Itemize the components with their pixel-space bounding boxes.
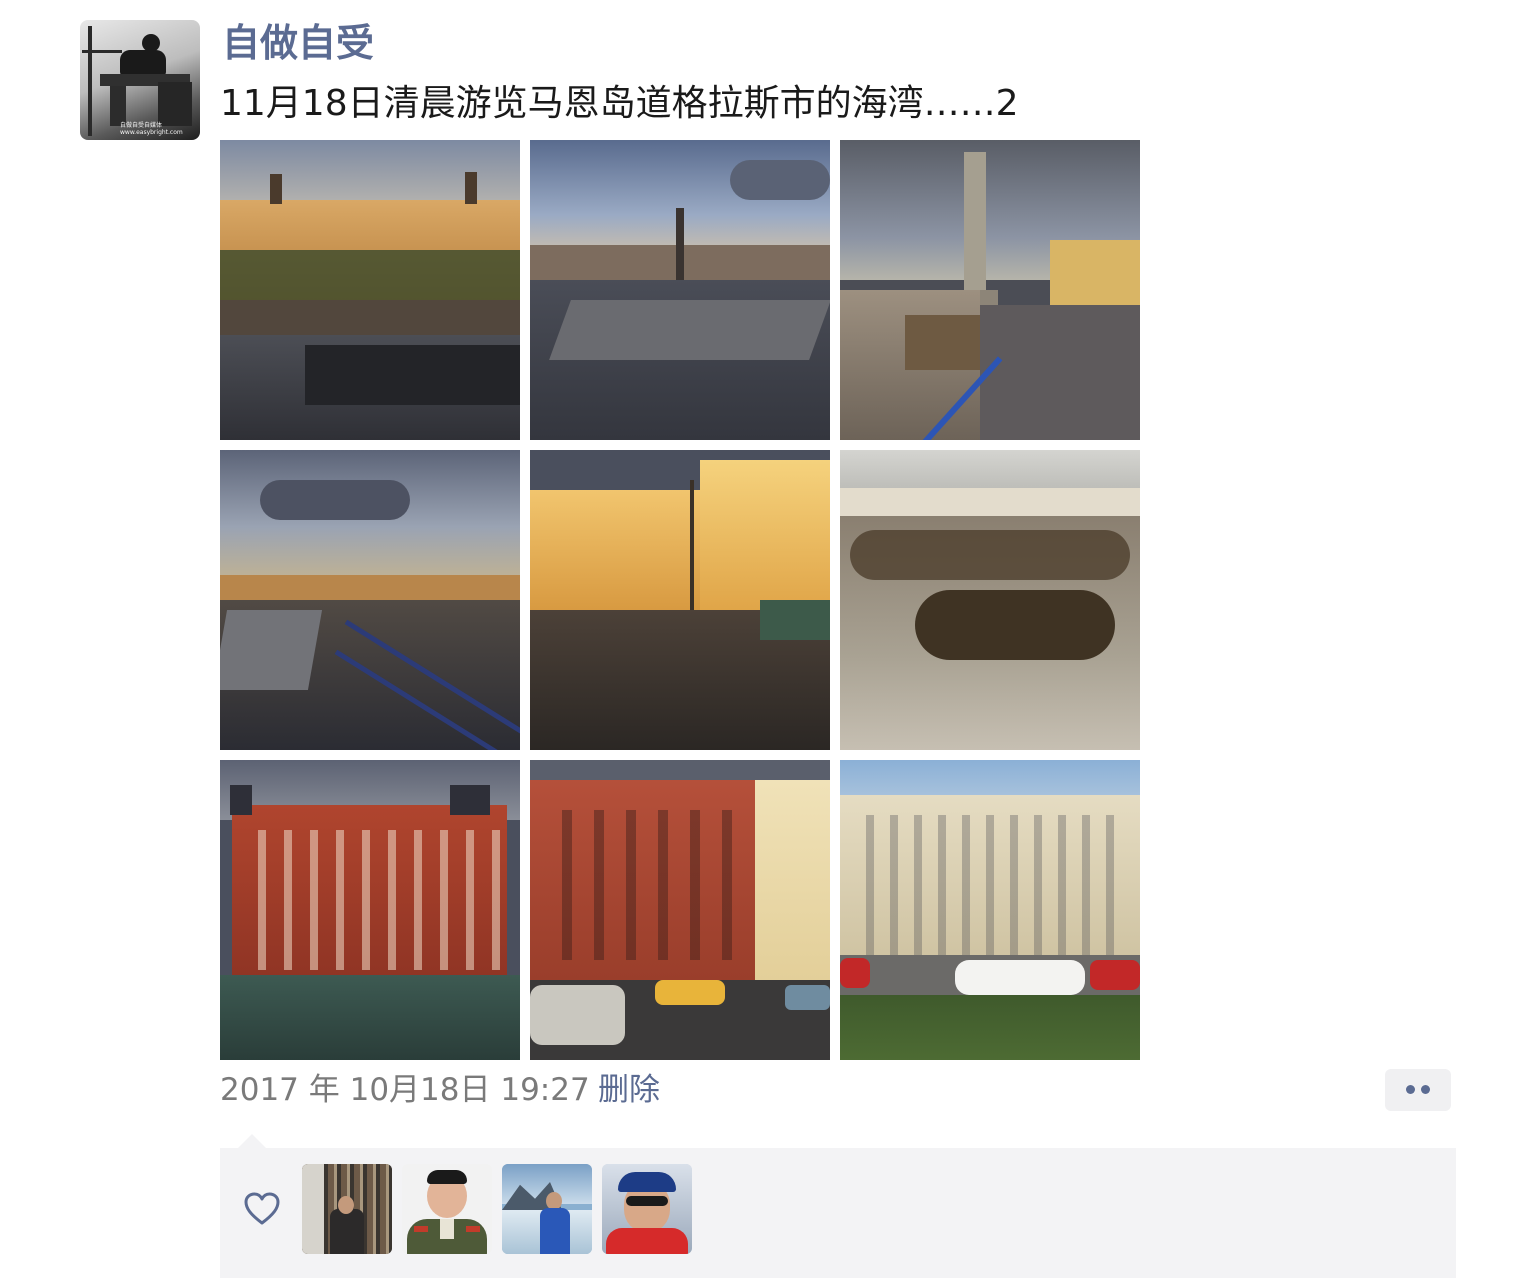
delete-link[interactable]: 删除 — [598, 1068, 660, 1112]
more-dots-icon — [1421, 1085, 1430, 1094]
photo-red-brick-hotel[interactable] — [220, 760, 520, 1060]
liker-bookshelf[interactable] — [302, 1164, 392, 1254]
moments-post: 自做自受自媒体 www.easybright.com 自做自受 11月18日清晨… — [0, 0, 1536, 1278]
photo-war-memorial-column[interactable] — [840, 140, 1140, 440]
liker-uniform[interactable] — [402, 1164, 492, 1254]
author-avatar[interactable]: 自做自受自媒体 www.easybright.com — [80, 20, 200, 140]
more-dots-icon — [1406, 1085, 1415, 1094]
photo-grid — [220, 140, 1140, 1060]
photo-beach-seaweed[interactable] — [840, 450, 1140, 750]
post-timestamp: 2017 年 10月18日 19:27 — [220, 1072, 590, 1108]
photo-promenade-monument[interactable] — [530, 140, 830, 440]
photo-railing-stormy-sky[interactable] — [220, 450, 520, 750]
heart-icon — [244, 1192, 280, 1225]
photo-hotel-facade-sunset[interactable] — [220, 140, 520, 440]
author-name[interactable]: 自做自受 — [222, 18, 374, 68]
avatar-caption: 自做自受自媒体 www.easybright.com — [120, 122, 183, 136]
photo-red-terrace-street[interactable] — [530, 760, 830, 1060]
more-button[interactable] — [1385, 1069, 1451, 1111]
liker-cap[interactable] — [602, 1164, 692, 1254]
post-caption: 11月18日清晨游览马恩岛道格拉斯市的海湾……2 — [220, 83, 1019, 124]
liker-glacier[interactable] — [502, 1164, 592, 1254]
likes-pointer — [238, 1134, 266, 1148]
photo-cream-hotel-cars[interactable] — [840, 760, 1140, 1060]
likes-panel — [220, 1148, 1456, 1278]
photo-golden-building[interactable] — [530, 450, 830, 750]
